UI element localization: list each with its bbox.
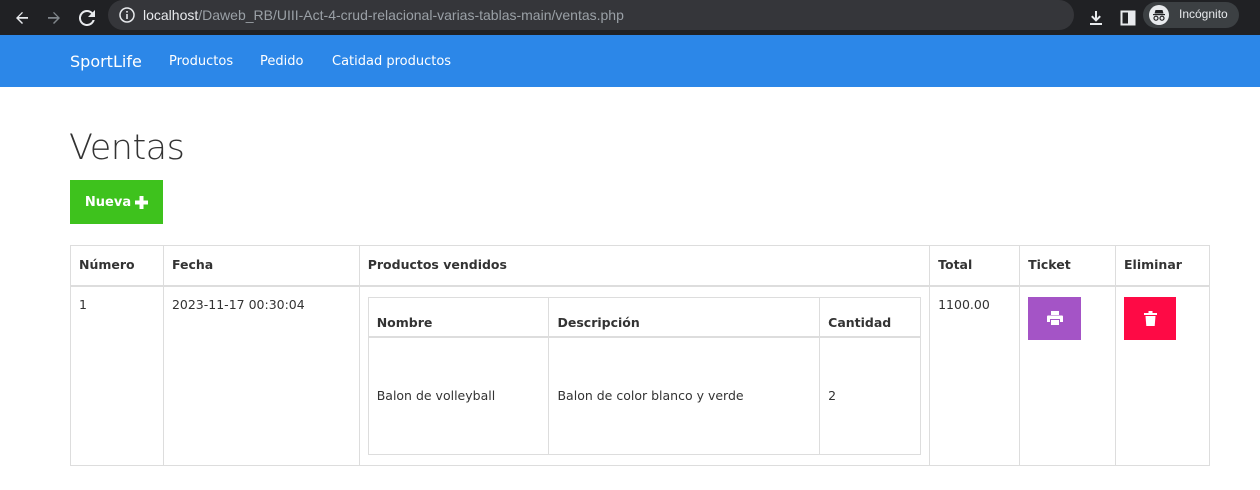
sales-table: Número Fecha Productos vendidos Total Ti…	[70, 245, 1210, 466]
header-productos-vendidos: Productos vendidos	[358, 245, 931, 287]
incognito-icon	[1149, 5, 1169, 25]
table-row: 1 2023-11-17 00:30:04 Nombre Descripción…	[70, 285, 1210, 466]
incognito-badge[interactable]: Incógnito	[1143, 2, 1239, 28]
nav-link-cantidad-productos[interactable]: Catidad productos	[332, 54, 451, 69]
address-bar[interactable]: localhost/Daweb_RB/UIII-Act-4-crud-relac…	[108, 0, 1171, 30]
header-fecha: Fecha	[162, 245, 360, 287]
subtable-row: Balon de volleyball Balon de color blanc…	[367, 336, 922, 455]
forward-icon[interactable]	[42, 0, 66, 35]
nav-link-pedido[interactable]: Pedido	[260, 54, 303, 69]
delete-sale-button[interactable]	[1124, 296, 1176, 340]
new-sale-label: Nueva	[84, 194, 132, 210]
side-panel-icon[interactable]	[1116, 0, 1140, 35]
header-total: Total	[929, 245, 1021, 287]
cell-fecha: 2023-11-17 00:30:04	[162, 285, 360, 466]
new-sale-button[interactable]: Nueva	[70, 180, 163, 224]
print-icon	[1046, 311, 1063, 325]
subheader-descripcion: Descripción	[548, 296, 821, 338]
products-subtable: Nombre Descripción Cantidad Balon de vol…	[367, 296, 922, 455]
subtable-header-row: Nombre Descripción Cantidad	[367, 296, 922, 338]
trash-icon	[1143, 310, 1157, 326]
cell-eliminar	[1115, 285, 1210, 466]
product-descripcion: Balon de color blanco y verde	[548, 336, 821, 455]
browser-toolbar: localhost/Daweb_RB/UIII-Act-4-crud-relac…	[0, 0, 1260, 35]
header-ticket: Ticket	[1019, 245, 1116, 287]
brand-link[interactable]: SportLife	[70, 52, 142, 71]
nav-link-productos[interactable]: Productos	[169, 54, 233, 69]
page-title: Ventas	[69, 128, 185, 168]
back-icon[interactable]	[10, 0, 34, 35]
cell-total: 1100.00	[929, 285, 1021, 466]
navbar: SportLife Productos Pedido Catidad produ…	[0, 35, 1260, 87]
subheader-nombre: Nombre	[367, 296, 550, 338]
incognito-label: Incógnito	[1179, 7, 1228, 21]
reload-icon[interactable]	[75, 0, 99, 35]
url-text: localhost/Daweb_RB/UIII-Act-4-crud-relac…	[143, 7, 624, 23]
plus-icon	[135, 195, 149, 209]
header-eliminar: Eliminar	[1115, 245, 1210, 287]
product-nombre: Balon de volleyball	[367, 336, 550, 455]
header-numero: Número	[70, 245, 164, 287]
table-header-row: Número Fecha Productos vendidos Total Ti…	[70, 245, 1210, 287]
cell-ticket	[1019, 285, 1116, 466]
subheader-cantidad: Cantidad	[819, 296, 922, 338]
print-ticket-button[interactable]	[1028, 296, 1082, 340]
info-icon[interactable]	[118, 6, 136, 24]
download-icon[interactable]	[1084, 0, 1108, 35]
product-cantidad: 2	[819, 336, 922, 455]
cell-numero: 1	[70, 285, 164, 466]
cell-productos: Nombre Descripción Cantidad Balon de vol…	[358, 285, 931, 466]
